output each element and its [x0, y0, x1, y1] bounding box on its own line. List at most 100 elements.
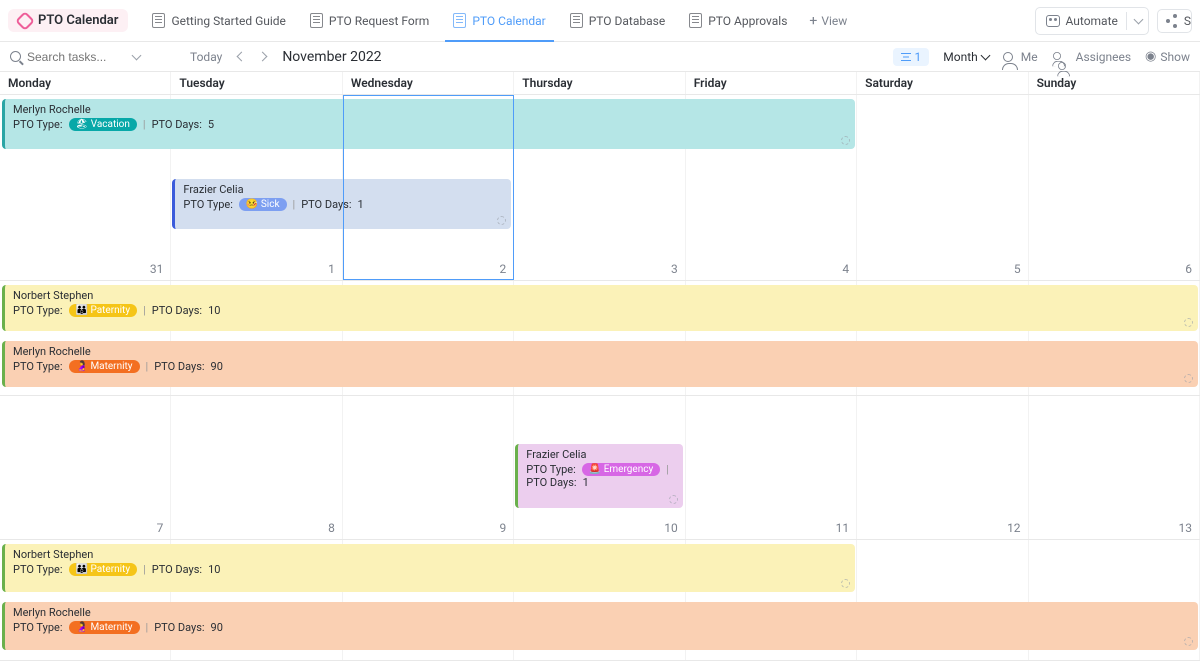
doc-icon: [689, 13, 702, 28]
calendar-week-row: Norbert Stephen PTO Type: 👪 Paternity | …: [0, 281, 1200, 396]
pto-type-badge: 👪 Paternity: [69, 563, 138, 576]
tab-label: PTO Request Form: [329, 14, 429, 28]
me-filter[interactable]: Me: [1003, 50, 1038, 64]
calendar-week-row: Frazier Celia PTO Type: 🚨 Emergency | PT…: [0, 396, 1200, 540]
day-header: Monday: [0, 72, 171, 94]
tab-pto-approvals[interactable]: PTO Approvals: [677, 0, 799, 41]
day-header: Tuesday: [171, 72, 342, 94]
view-mode-select[interactable]: Month: [943, 50, 988, 64]
calendar-day-cell[interactable]: [857, 95, 1028, 280]
show-label: Show: [1160, 50, 1190, 64]
chevron-down-icon: [980, 50, 990, 60]
current-month-label: November 2022: [282, 49, 381, 65]
event-person: Frazier Celia: [526, 448, 674, 461]
doc-icon: [453, 13, 466, 28]
pto-days-value: 5: [208, 118, 214, 131]
assignees-label: Assignees: [1076, 50, 1131, 64]
calendar-day-cell[interactable]: [857, 396, 1028, 539]
user-icon: [1003, 52, 1013, 62]
pto-type-badge: 🏖 Vacation: [69, 118, 137, 131]
pto-days-label: PTO Days:: [152, 304, 202, 317]
pto-type-badge: 🚨 Emergency: [582, 463, 660, 476]
filter-button[interactable]: 1: [893, 48, 930, 66]
calendar-week-row: Merlyn Rochelle PTO Type: 🏖 Vacation | P…: [0, 95, 1200, 281]
pto-days-value: 90: [211, 360, 223, 373]
tab-pto-request-form[interactable]: PTO Request Form: [298, 0, 441, 41]
calendar-day-cell[interactable]: [343, 396, 514, 539]
doc-icon: [570, 13, 583, 28]
calendar-day-cell[interactable]: [343, 95, 514, 280]
calendar-day-cell[interactable]: [1029, 396, 1200, 539]
plus-icon: +: [809, 14, 817, 28]
automate-label: Automate: [1066, 14, 1118, 28]
pto-type-badge: 🤒 Sick: [239, 198, 287, 211]
pto-days-label: PTO Days:: [152, 563, 202, 576]
pto-days-label: PTO Days:: [152, 118, 202, 131]
pto-days-value: 90: [211, 621, 223, 634]
gear-icon[interactable]: [1184, 374, 1193, 383]
event-person: Norbert Stephen: [13, 289, 1190, 302]
pto-days-label: PTO Days:: [154, 360, 204, 373]
event-person: Merlyn Rochelle: [13, 606, 1190, 619]
me-label: Me: [1021, 50, 1038, 64]
calendar-event[interactable]: Frazier Celia PTO Type: 🚨 Emergency | PT…: [515, 444, 682, 508]
pto-type-label: PTO Type:: [13, 360, 63, 373]
show-menu[interactable]: ◉ Show: [1145, 49, 1190, 64]
doc-icon: [152, 13, 165, 28]
pto-type-badge: 🤰 Maternity: [69, 621, 140, 634]
pto-type-label: PTO Type:: [13, 118, 63, 131]
filter-icon: [901, 53, 911, 61]
ring-icon: [15, 11, 35, 31]
share-label: S: [1184, 14, 1191, 28]
pto-type-badge: 🤰 Maternity: [69, 360, 140, 373]
gear-icon[interactable]: [1184, 637, 1193, 646]
calendar-day-cell[interactable]: [686, 396, 857, 539]
gear-icon[interactable]: [841, 136, 850, 145]
pto-type-label: PTO Type:: [13, 621, 63, 634]
calendar-day-cell[interactable]: [1029, 95, 1200, 280]
page-title-chip[interactable]: PTO Calendar: [8, 9, 128, 32]
search-input[interactable]: [27, 50, 127, 64]
calendar-day-headers: Monday Tuesday Wednesday Thursday Friday…: [0, 72, 1200, 95]
day-header: Wednesday: [343, 72, 514, 94]
gear-icon[interactable]: [669, 495, 678, 504]
pto-type-label: PTO Type:: [526, 463, 576, 476]
users-icon: [1052, 51, 1066, 63]
automate-button[interactable]: Automate: [1035, 7, 1149, 35]
pto-days-label: PTO Days:: [154, 621, 204, 634]
calendar-event[interactable]: Merlyn Rochelle PTO Type: 🤰 Maternity | …: [2, 602, 1198, 650]
search-icon: [10, 51, 21, 62]
divider: [1126, 12, 1127, 30]
calendar-day-cell[interactable]: [0, 396, 171, 539]
day-header: Sunday: [1029, 72, 1200, 94]
tab-label: PTO Calendar: [472, 14, 545, 28]
tab-pto-database[interactable]: PTO Database: [558, 0, 677, 41]
calendar-event[interactable]: Norbert Stephen PTO Type: 👪 Paternity | …: [2, 285, 1198, 331]
tab-pto-calendar[interactable]: PTO Calendar: [441, 0, 557, 41]
chevron-down-icon: [1133, 14, 1143, 24]
gear-icon[interactable]: [841, 579, 850, 588]
add-view-button[interactable]: + View: [799, 14, 857, 28]
tab-label: PTO Database: [589, 14, 665, 28]
assignees-filter[interactable]: Assignees: [1052, 50, 1131, 64]
add-view-label: View: [821, 14, 847, 28]
tab-label: Getting Started Guide: [171, 14, 285, 28]
day-header: Saturday: [857, 72, 1028, 94]
pto-days-value: 10: [208, 563, 220, 576]
pto-days-label: PTO Days:: [526, 476, 576, 489]
tab-getting-started[interactable]: Getting Started Guide: [140, 0, 297, 41]
filter-count: 1: [915, 50, 922, 64]
calendar-event[interactable]: Norbert Stephen PTO Type: 👪 Paternity | …: [2, 544, 855, 592]
tab-label: PTO Approvals: [708, 14, 787, 28]
next-month-button[interactable]: [258, 52, 268, 62]
prev-month-button[interactable]: [237, 52, 247, 62]
chevron-down-icon[interactable]: [132, 50, 142, 60]
calendar-day-cell[interactable]: [171, 396, 342, 539]
calendar-event[interactable]: Merlyn Rochelle PTO Type: 🤰 Maternity | …: [2, 341, 1198, 387]
robot-icon: [1046, 15, 1060, 27]
event-person: Merlyn Rochelle: [13, 345, 1190, 358]
share-icon: [1166, 19, 1170, 23]
gear-icon[interactable]: [1184, 318, 1193, 327]
today-button[interactable]: Today: [190, 50, 222, 64]
share-button[interactable]: S: [1157, 9, 1192, 33]
